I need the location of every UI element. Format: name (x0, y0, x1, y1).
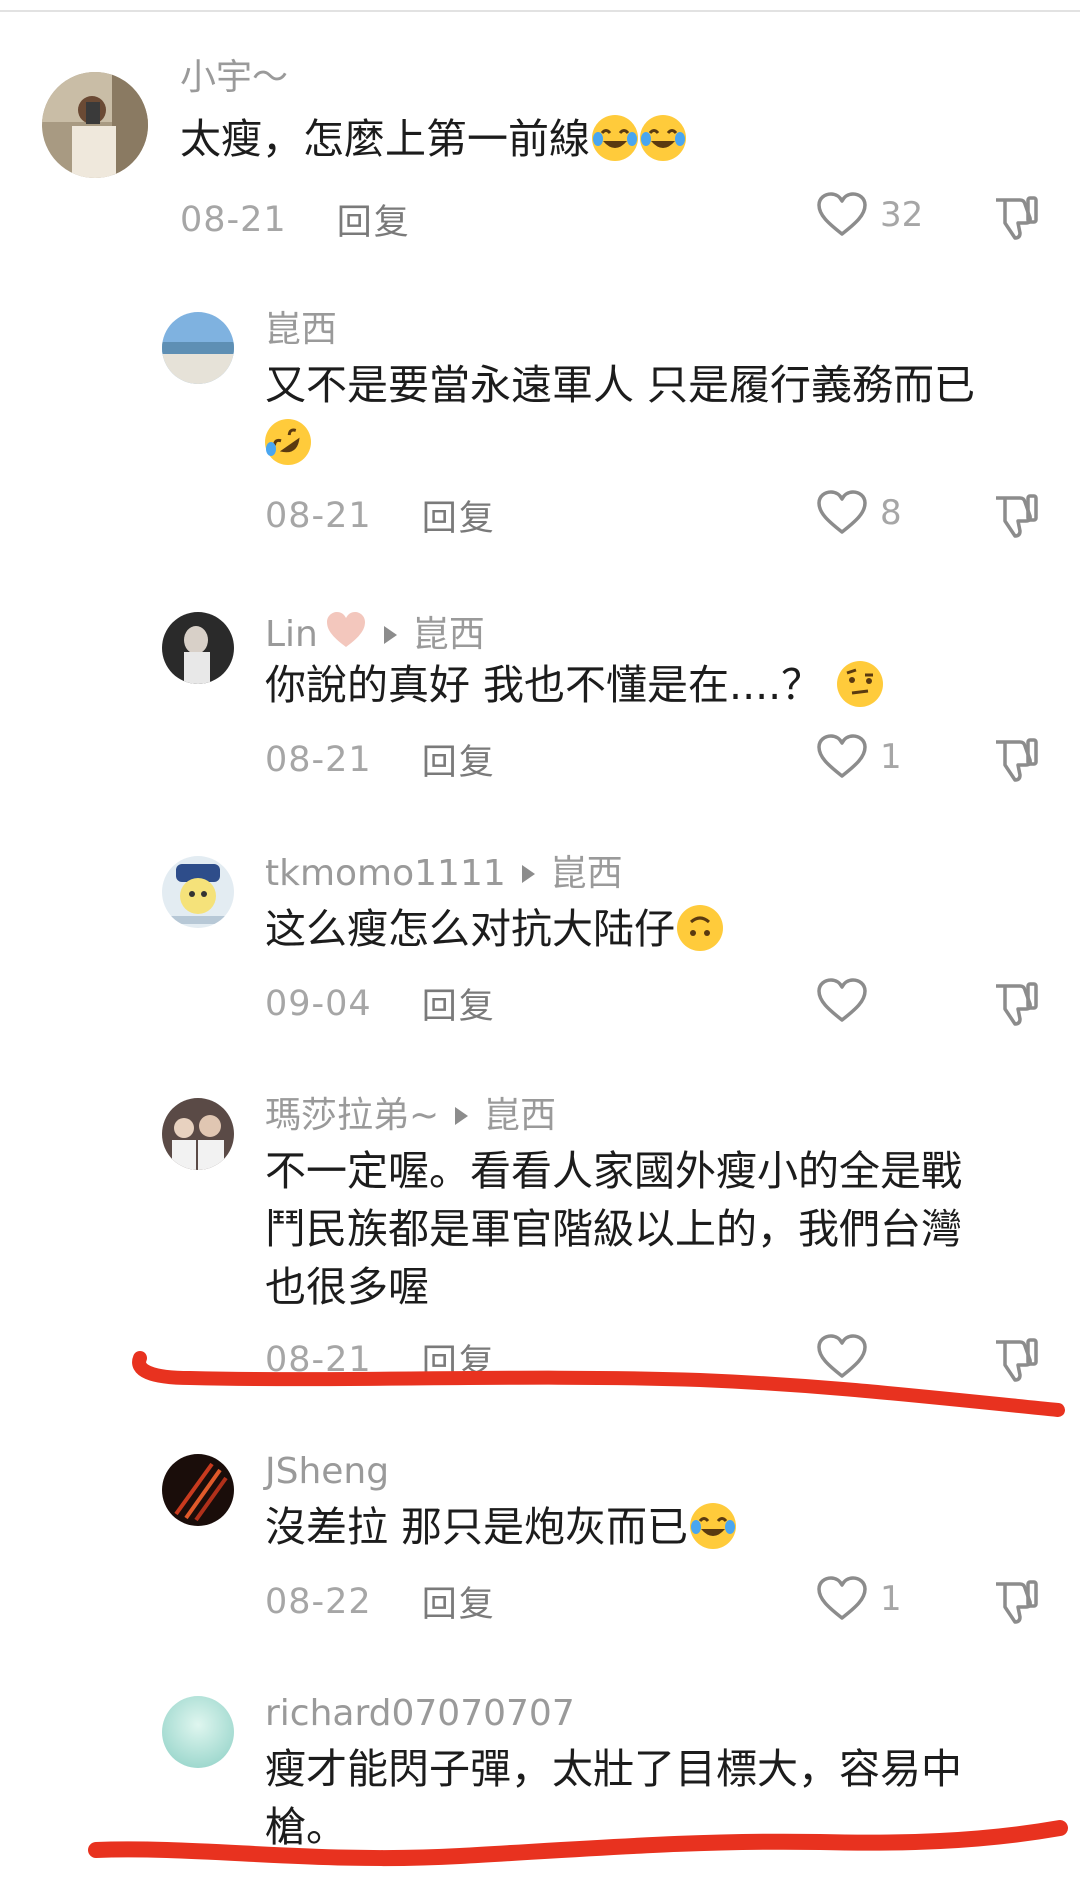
raised-eyebrow-emoji (837, 661, 884, 707)
comment-text: 这么瘦怎么对抗大陆仔 (265, 900, 723, 958)
comment-text-line: 不一定喔。看看人家國外瘦小的全是戰 (265, 1147, 962, 1195)
thumbs-down-icon[interactable] (990, 1334, 1040, 1384)
heart-outline-icon (817, 490, 867, 534)
username[interactable]: richard07070707 (265, 1694, 575, 1734)
username: tkmomo1111 崑西 (265, 854, 623, 894)
thumbs-down-icon[interactable] (990, 1576, 1040, 1626)
comment-text-line: 也很多喔 (265, 1263, 429, 1311)
reply-button[interactable]: 回复 (422, 734, 496, 785)
pink-heart-emoji (324, 610, 368, 659)
like-count: 8 (880, 493, 902, 533)
comment-date: 08-22 (265, 1581, 372, 1622)
tear-joy-emoji (690, 1503, 737, 1549)
avatar[interactable] (162, 312, 234, 384)
reply-to-user[interactable]: 崑西 (551, 854, 623, 894)
thumbs-down-icon[interactable] (990, 192, 1040, 242)
thumbs-down-icon[interactable] (990, 734, 1040, 784)
username-link[interactable]: 瑪莎拉弟~ (265, 1096, 439, 1136)
comment-meta: 09-04 回复 (265, 978, 496, 1029)
comment-text: 不一定喔。看看人家國外瘦小的全是戰 鬥民族都是軍官階級以上的，我們台灣 也很多喔 (265, 1142, 962, 1316)
thumbs-down-icon[interactable] (990, 978, 1040, 1028)
reply-button[interactable]: 回复 (422, 978, 496, 1029)
comment-text-line: 鬥民族都是軍官階級以上的，我們台灣 (265, 1205, 962, 1253)
tear-joy-emoji (640, 115, 686, 161)
like-count: 1 (880, 737, 902, 777)
thumbs-down-icon[interactable] (990, 490, 1040, 540)
comment-text: 沒差拉 那只是炮灰而已 (265, 1498, 737, 1556)
comment-date: 08-21 (265, 495, 372, 536)
rofl-emoji (265, 419, 311, 465)
heart-outline-icon (817, 1334, 867, 1378)
comment-date: 08-21 (265, 1339, 372, 1380)
avatar[interactable] (162, 1098, 234, 1170)
reply-to-user[interactable]: 崑西 (484, 1096, 556, 1136)
username[interactable]: 崑西 (265, 310, 337, 350)
top-divider (0, 10, 1080, 12)
comment-date: 08-21 (180, 199, 287, 240)
reply-button[interactable]: 回复 (422, 1334, 496, 1385)
tear-joy-emoji (592, 115, 638, 161)
comment-meta: 08-21 回复 (265, 734, 496, 785)
red-underline-annotation (132, 1351, 1065, 1417)
like-count: 32 (880, 195, 924, 235)
username-link[interactable]: tkmomo1111 (265, 854, 506, 894)
comment-date: 08-21 (265, 739, 372, 780)
comment-meta: 08-21 回复 (180, 194, 411, 245)
comment-meta: 08-21 回复 (265, 1334, 496, 1385)
comment-text-line: 又不是要當永遠軍人 只是履行義務而已 (265, 361, 976, 409)
comment-text: 瘦才能閃子彈，太壯了目標大，容易中 槍。 (265, 1740, 962, 1856)
comment-text: 又不是要當永遠軍人 只是履行義務而已 (265, 356, 975, 472)
like-button[interactable]: 32 (816, 192, 923, 238)
avatar[interactable] (162, 856, 234, 928)
reply-button[interactable]: 回复 (337, 194, 411, 245)
reply-arrow-icon (383, 625, 397, 644)
avatar[interactable] (42, 72, 148, 178)
username: Lin 崑西 (265, 610, 485, 659)
avatar[interactable] (162, 612, 234, 684)
comment-date: 09-04 (265, 983, 372, 1024)
like-button[interactable]: 8 (816, 490, 902, 536)
avatar[interactable] (162, 1454, 234, 1526)
like-button[interactable] (816, 978, 880, 1024)
like-count: 1 (880, 1579, 902, 1619)
comment-text-line: 槍。 (265, 1803, 347, 1851)
avatar[interactable] (162, 1696, 234, 1768)
comment-meta: 08-22 回复 (265, 1576, 496, 1627)
reply-button[interactable]: 回复 (422, 1576, 496, 1627)
like-button[interactable] (816, 1334, 880, 1380)
comment-text: 太瘦，怎麼上第一前線 (180, 110, 686, 168)
heart-outline-icon (817, 978, 867, 1022)
reply-to-user[interactable]: 崑西 (413, 614, 485, 655)
comment-text-line: 瘦才能閃子彈，太壯了目標大，容易中 (265, 1745, 962, 1793)
reply-button[interactable]: 回复 (422, 490, 496, 541)
comment-text: 你說的真好 我也不懂是在....？ (265, 656, 884, 714)
comment-meta: 08-21 回复 (265, 490, 496, 541)
heart-outline-icon (817, 192, 867, 236)
heart-outline-icon (817, 734, 867, 778)
username[interactable]: JSheng (265, 1452, 389, 1492)
upside-down-face-emoji (677, 905, 723, 951)
reply-arrow-icon (455, 1107, 469, 1125)
username-link[interactable]: Lin (265, 614, 318, 655)
like-button[interactable]: 1 (816, 1576, 902, 1622)
username: 瑪莎拉弟~ 崑西 (265, 1096, 556, 1136)
like-button[interactable]: 1 (816, 734, 902, 780)
reply-arrow-icon (521, 865, 535, 883)
username[interactable]: 小宇～ (180, 58, 288, 98)
heart-outline-icon (817, 1576, 867, 1620)
